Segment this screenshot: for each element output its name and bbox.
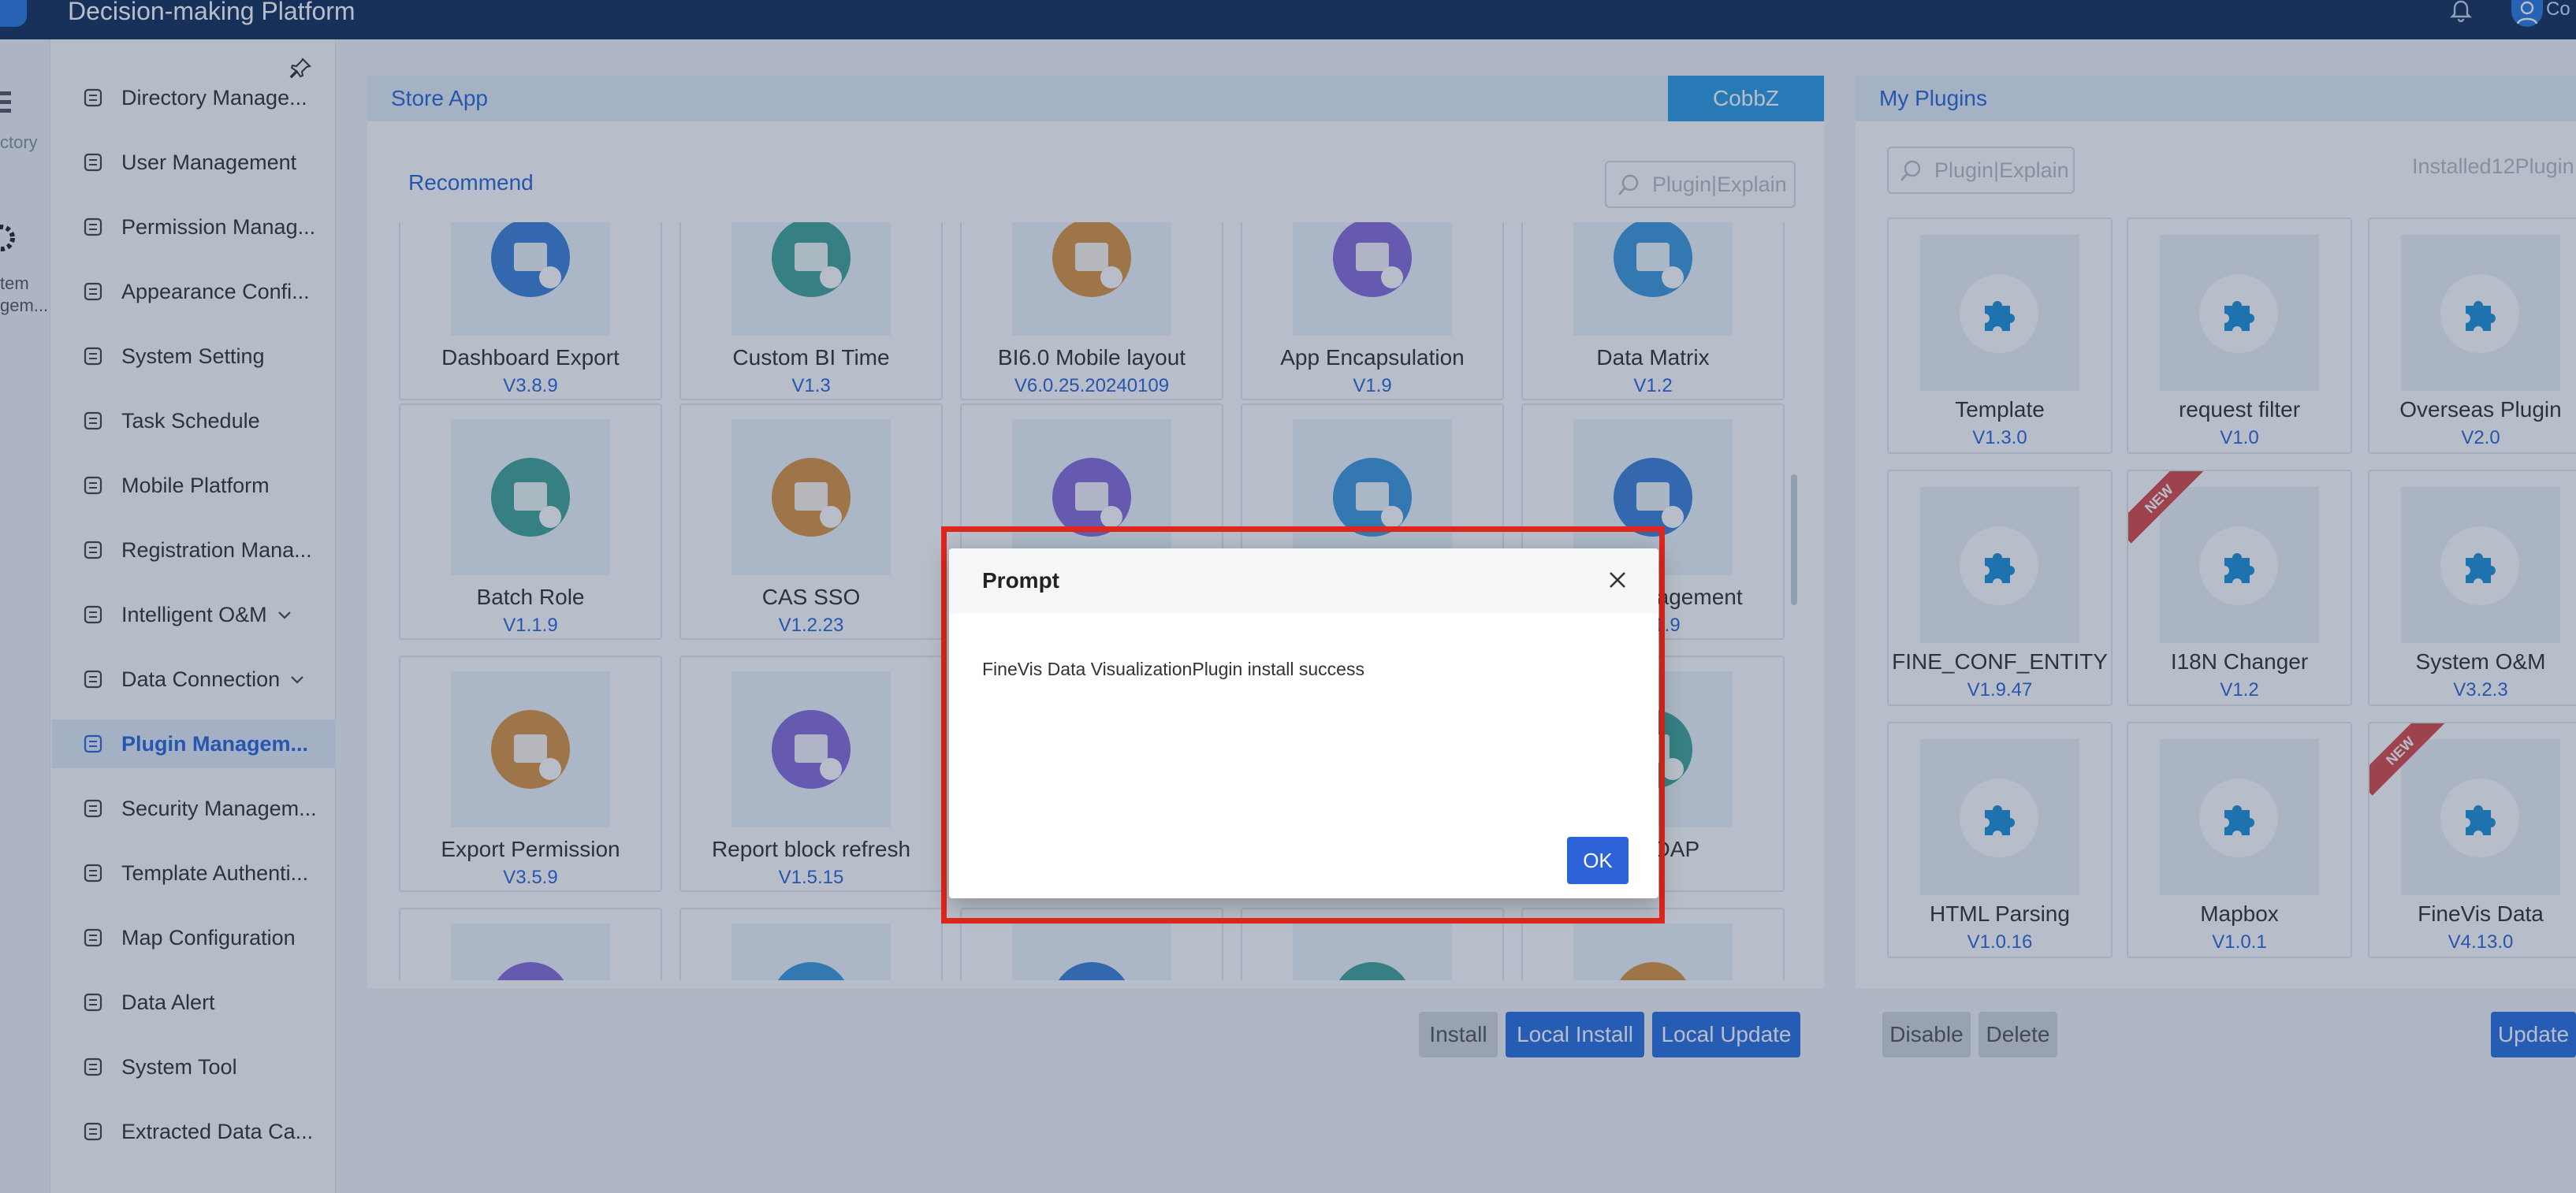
dialog-header: Prompt bbox=[949, 548, 1658, 613]
ok-button[interactable]: OK bbox=[1567, 837, 1629, 884]
prompt-dialog: Prompt FineVis Data VisualizationPlugin … bbox=[949, 548, 1658, 898]
dialog-message: FineVis Data VisualizationPlugin install… bbox=[982, 659, 1364, 679]
dialog-title: Prompt bbox=[982, 568, 1059, 593]
close-icon[interactable] bbox=[1603, 566, 1632, 594]
